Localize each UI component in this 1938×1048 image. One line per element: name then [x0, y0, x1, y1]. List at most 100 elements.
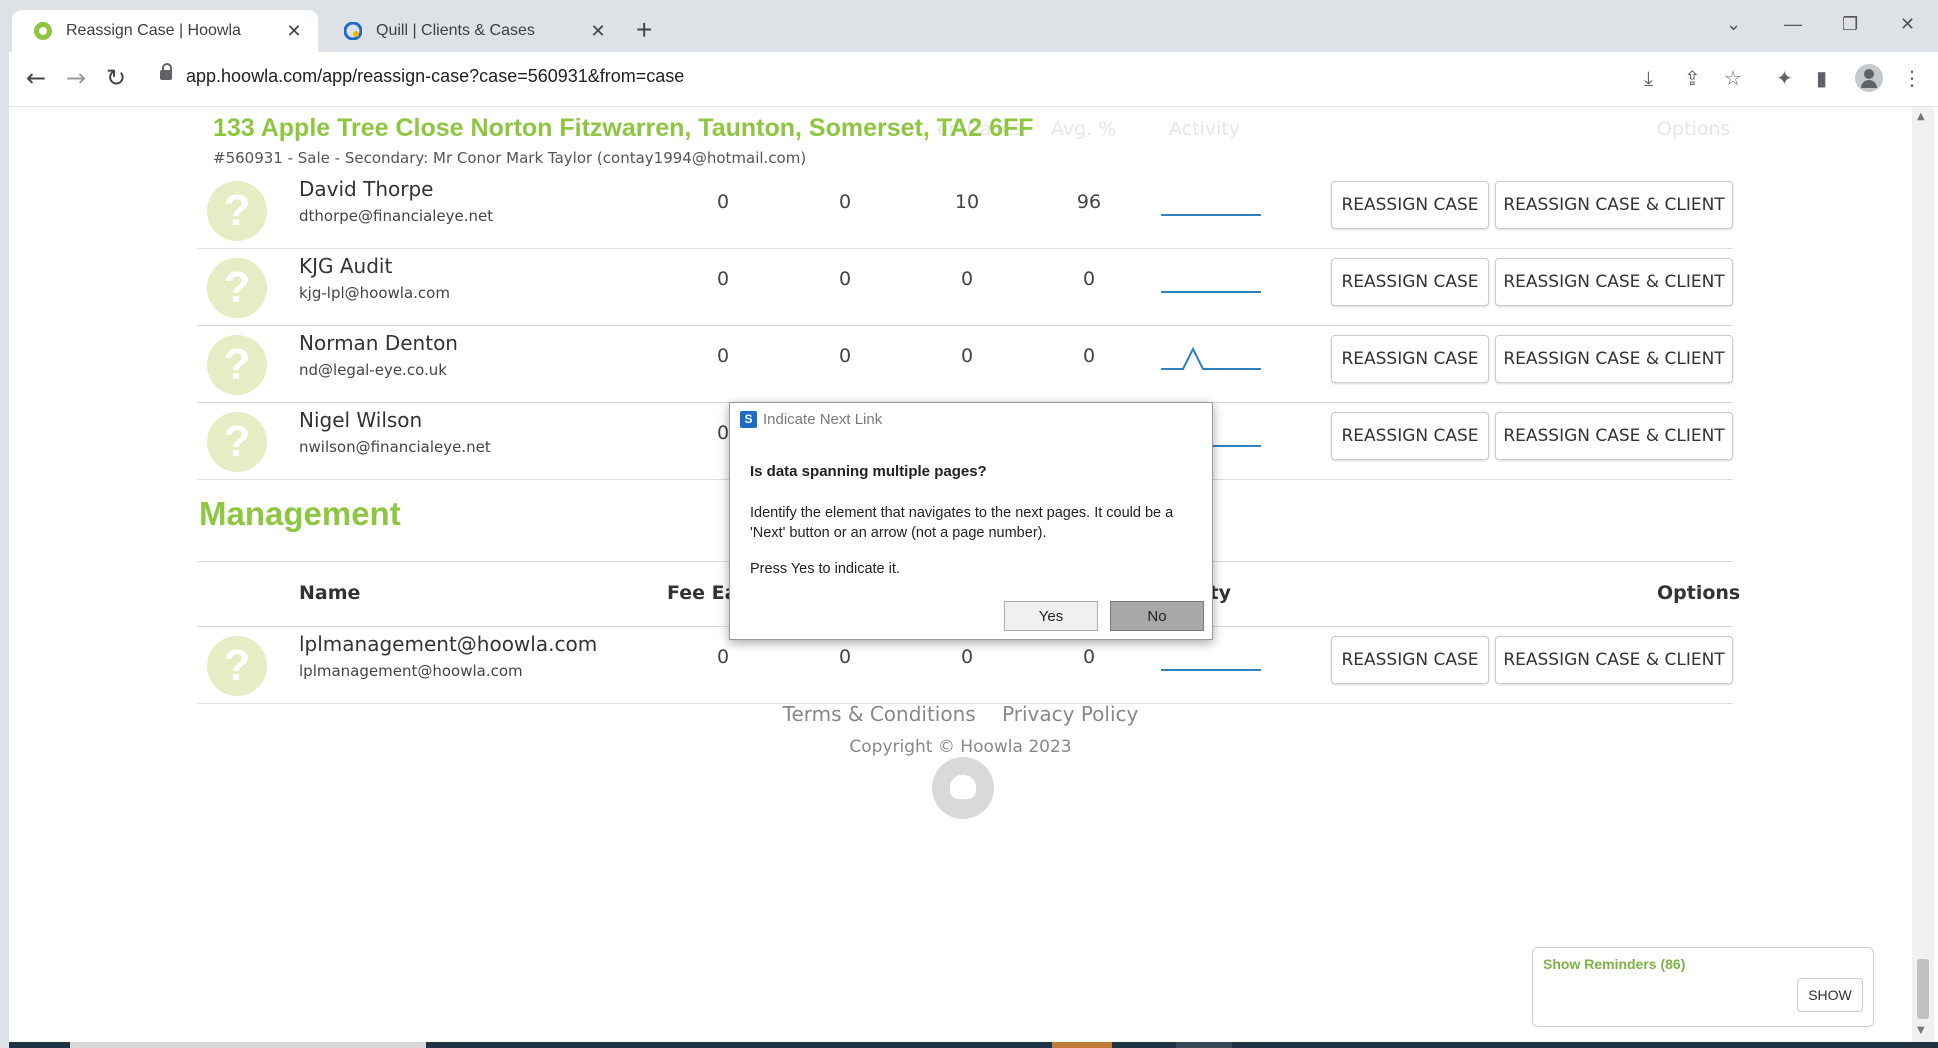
scroll-thumb[interactable] [1917, 959, 1929, 1019]
indicate-next-link-dialog: S Indicate Next Link Is data spanning mu… [729, 402, 1213, 640]
activity-sparkline [1161, 669, 1261, 671]
activity-sparkline [1161, 291, 1261, 293]
reminders-widget: Show Reminders (86) SHOW [1532, 947, 1874, 1027]
activity-sparkline [1161, 214, 1261, 216]
scroll-down-icon[interactable]: ▼ [1917, 1025, 1925, 1036]
hoowla-icon [34, 22, 52, 40]
reassign-case-button[interactable]: REASSIGN CASE [1331, 412, 1489, 460]
reassign-case-client-button[interactable]: REASSIGN CASE & CLIENT [1495, 412, 1733, 460]
user-row: ? David Thorpe dthorpe@financialeye.net … [197, 171, 1733, 249]
close-tab-icon[interactable]: ✕ [282, 21, 306, 42]
section-title-management: Management [199, 495, 401, 532]
restore-icon[interactable]: ❐ [1842, 14, 1858, 35]
taskbar-app[interactable] [1052, 1042, 1112, 1048]
profile-avatar-icon[interactable] [1855, 64, 1883, 92]
yes-button[interactable]: Yes [1004, 601, 1098, 631]
reassign-case-button[interactable]: REASSIGN CASE [1331, 181, 1489, 229]
dialog-instruction: Press Yes to indicate it. [750, 561, 900, 577]
reload-icon[interactable]: ↻ [106, 64, 126, 92]
reassign-case-client-button[interactable]: REASSIGN CASE & CLIENT [1495, 335, 1733, 383]
activity-sparkline [1161, 346, 1261, 370]
hoowla-logo-icon [932, 757, 994, 819]
user-email: nwilson@financialeye.net [299, 438, 491, 456]
reassign-case-client-button[interactable]: REASSIGN CASE & CLIENT [1495, 181, 1733, 229]
user-email: dthorpe@financialeye.net [299, 207, 494, 225]
dialog-question: Is data spanning multiple pages? [750, 463, 987, 480]
taskbar-app[interactable] [1176, 1042, 1232, 1048]
reassign-case-client-button[interactable]: REASSIGN CASE & CLIENT [1495, 258, 1733, 306]
scroll-up-icon[interactable]: ▲ [1917, 111, 1925, 122]
share-icon[interactable]: ⇪ [1684, 66, 1701, 90]
avatar: ? [207, 335, 267, 395]
back-icon[interactable]: ← [26, 64, 46, 92]
value-cell: 10 [954, 191, 980, 213]
value-cell: 0 [716, 191, 730, 213]
no-button[interactable]: No [1110, 601, 1204, 631]
column-header-options: Options [1657, 582, 1741, 604]
lock-icon [160, 63, 172, 80]
address-bar[interactable]: app.hoowla.com/app/reassign-case?case=56… [186, 66, 684, 87]
bookmark-star-icon[interactable]: ☆ [1724, 66, 1742, 90]
reassign-case-button[interactable]: REASSIGN CASE [1331, 636, 1489, 684]
window-frame [0, 0, 9, 1048]
browser-toolbar: ← → ↻ app.hoowla.com/app/reassign-case?c… [0, 52, 1938, 107]
install-icon[interactable]: ⤓ [1644, 66, 1653, 90]
privacy-link[interactable]: Privacy Policy [1002, 702, 1138, 726]
avatar: ? [207, 412, 267, 472]
user-row: ? KJG Audit kjg-lpl@hoowla.com 0 0 0 0 R… [197, 248, 1733, 326]
quill-icon [344, 22, 362, 40]
user-email: lplmanagement@hoowla.com [299, 662, 523, 680]
tab-title: Quill | Clients & Cases [376, 22, 535, 39]
tab-reassign-case[interactable]: Reassign Case | Hoowla ✕ [12, 10, 318, 52]
new-tab-icon[interactable]: + [636, 14, 652, 46]
value-cell: 0 [716, 345, 730, 367]
value-cell: 0 [960, 646, 974, 668]
value-cell: 0 [838, 191, 852, 213]
reassign-case-button[interactable]: REASSIGN CASE [1331, 335, 1489, 383]
copyright: Copyright © Hoowla 2023 [849, 737, 1072, 757]
extensions-icon[interactable]: ✦ [1776, 66, 1793, 90]
tab-title: Reassign Case | Hoowla [66, 22, 241, 39]
dialog-body: Identify the element that navigates to t… [750, 505, 1174, 541]
reassign-case-client-button[interactable]: REASSIGN CASE & CLIENT [1495, 636, 1733, 684]
value-cell: 0 [1082, 646, 1096, 668]
menu-kebab-icon[interactable]: ⋮ [1902, 66, 1922, 90]
user-name: KJG Audit [299, 254, 393, 278]
taskbar-search[interactable] [70, 1042, 426, 1048]
show-reminders-link[interactable]: Show Reminders (86) [1543, 956, 1685, 972]
user-email: nd@legal-eye.co.uk [299, 361, 447, 379]
value-cell: 96 [1076, 191, 1102, 213]
side-panel-icon[interactable]: ▮ [1816, 66, 1827, 90]
tab-strip: Reassign Case | Hoowla ✕ Quill | Clients… [0, 0, 1938, 52]
terms-link[interactable]: Terms & Conditions [783, 702, 976, 726]
value-cell: 0 [838, 268, 852, 290]
forward-icon[interactable]: → [66, 64, 86, 92]
user-name: lplmanagement@hoowla.com [299, 632, 598, 656]
case-title: 133 Apple Tree Close Norton Fitzwarren, … [213, 114, 1034, 142]
footer-links: Terms & Conditions Privacy Policy [9, 702, 1912, 726]
avatar: ? [207, 181, 267, 241]
minimize-icon[interactable]: — [1784, 14, 1802, 35]
value-cell: 0 [1082, 268, 1096, 290]
dialog-title-bar: S Indicate Next Link [740, 411, 882, 428]
reassign-case-button[interactable]: REASSIGN CASE [1331, 258, 1489, 306]
close-window-icon[interactable]: ✕ [1900, 14, 1915, 35]
value-cell: 0 [716, 268, 730, 290]
close-tab-icon[interactable]: ✕ [586, 21, 610, 42]
tab-quill-clients[interactable]: Quill | Clients & Cases ✕ [322, 10, 622, 52]
dialog-title: Indicate Next Link [763, 411, 883, 428]
faded-header-avg: Avg. % [1051, 118, 1117, 140]
show-reminders-button[interactable]: SHOW [1797, 978, 1863, 1012]
value-cell: 0 [716, 646, 730, 668]
case-subtitle: #560931 - Sale - Secondary: Mr Conor Mar… [213, 149, 807, 167]
value-cell: 0 [838, 345, 852, 367]
tab-search-icon[interactable]: ⌄ [1726, 14, 1741, 35]
case-header: 133 Apple Tree Close Norton Fitzwarren, … [213, 110, 1034, 172]
faded-header-activity: Activity [1169, 118, 1241, 140]
user-name: Norman Denton [299, 331, 458, 355]
os-taskbar [0, 1042, 1938, 1048]
page-scrollbar[interactable]: ▲ ▼ [1912, 107, 1934, 1042]
faded-header-options: Options [1657, 118, 1731, 140]
user-email: kjg-lpl@hoowla.com [299, 284, 450, 302]
column-header-name: Name [299, 582, 361, 604]
